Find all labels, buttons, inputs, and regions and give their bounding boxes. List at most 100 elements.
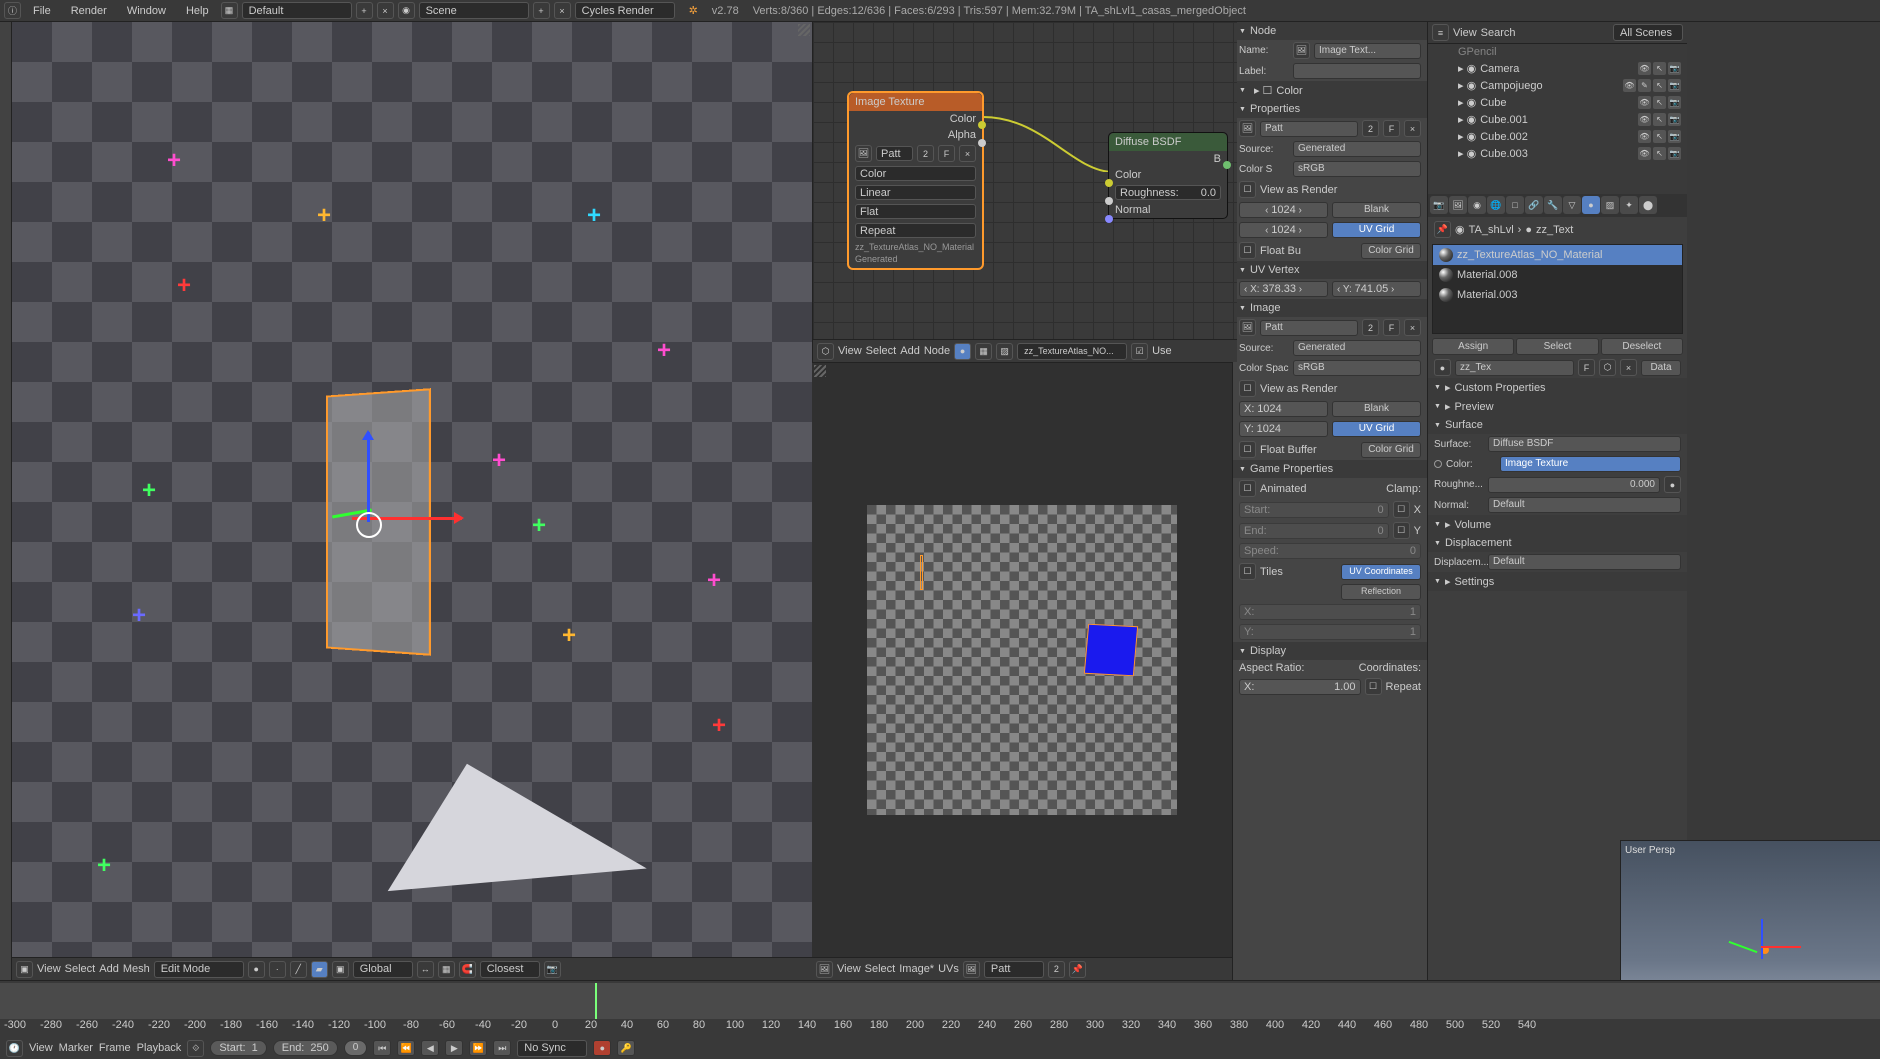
- pin-icon[interactable]: 📌: [1069, 961, 1086, 978]
- timeline-track[interactable]: [0, 983, 1880, 1019]
- autokey-icon[interactable]: ●: [593, 1040, 611, 1056]
- image-browse-icon[interactable]: 🖼: [855, 145, 872, 162]
- colorgrid-btn[interactable]: Color Grid: [1361, 243, 1421, 259]
- render-icon[interactable]: 📷: [544, 961, 561, 978]
- material-name[interactable]: Material.008: [1457, 269, 1518, 281]
- color-dd[interactable]: Image Texture: [1500, 456, 1681, 472]
- material-browse-icon[interactable]: ●: [1434, 359, 1451, 376]
- play-icon[interactable]: ▶: [445, 1040, 463, 1056]
- colorgrid-btn[interactable]: Color Grid: [1361, 442, 1421, 458]
- normal-dd[interactable]: Default: [1488, 497, 1681, 513]
- uvcoords-btn[interactable]: UV Coordinates: [1341, 564, 1421, 580]
- current-frame-field[interactable]: 0: [344, 1040, 368, 1056]
- jump-start-icon[interactable]: ⏮: [373, 1040, 391, 1056]
- checkbox[interactable]: ☐: [1239, 181, 1256, 198]
- uv-menu-select[interactable]: Select: [865, 963, 896, 975]
- range-icon[interactable]: ⟐: [187, 1040, 204, 1057]
- assign-button[interactable]: Assign: [1432, 338, 1514, 355]
- image-browse-icon[interactable]: 🖼: [963, 961, 980, 978]
- node-menu-select[interactable]: Select: [866, 345, 897, 357]
- link-data-dd[interactable]: Data: [1641, 360, 1681, 376]
- uv-x-field[interactable]: ‹ X: 378.33 ›: [1239, 281, 1328, 297]
- gen-y-field[interactable]: Y: 1024: [1239, 421, 1328, 437]
- node-diffuse-bsdf[interactable]: Diffuse BSDF B Color Roughness:0.0 Norma…: [1108, 132, 1228, 219]
- outliner-filter-dd[interactable]: All Scenes: [1613, 24, 1683, 41]
- gizmo-center[interactable]: [356, 512, 382, 538]
- node-image-field[interactable]: Patt: [876, 146, 913, 161]
- timeline-playhead[interactable]: [595, 983, 597, 1019]
- panel-customprops[interactable]: ▸ Custom Properties: [1428, 378, 1687, 397]
- outliner-tree[interactable]: GPencil ▸ ◉ Camera👁↖📷 ▸ ◉ Campojuego👁✎↖📷…: [1428, 44, 1687, 194]
- 3d-viewport[interactable]: + + + + + + + + + + + + + + + ▣ View Sel…: [12, 22, 812, 980]
- fake-user[interactable]: F: [1383, 120, 1400, 137]
- users-count[interactable]: 2: [1048, 961, 1065, 978]
- fake-user[interactable]: F: [1383, 319, 1400, 336]
- tab-layers[interactable]: 🖼: [1449, 196, 1467, 214]
- start-frame-field[interactable]: Start:1: [210, 1040, 266, 1056]
- uvgrid-btn[interactable]: UV Grid: [1332, 222, 1421, 238]
- render-icon[interactable]: 📷: [1668, 147, 1681, 160]
- uv-texture-display[interactable]: [867, 505, 1177, 815]
- cursor-icon[interactable]: ↖: [1653, 62, 1666, 75]
- clamp-x-check[interactable]: ☐: [1393, 501, 1410, 518]
- select-button[interactable]: Select: [1516, 338, 1598, 355]
- render-icon[interactable]: 📷: [1668, 79, 1681, 92]
- blank-btn[interactable]: Blank: [1332, 401, 1421, 417]
- socket-menu[interactable]: ●: [1664, 476, 1681, 493]
- tab-modifier[interactable]: 🔧: [1544, 196, 1562, 214]
- cursor-icon[interactable]: ↖: [1653, 147, 1666, 160]
- timeline-editor-icon[interactable]: 🕐: [6, 1040, 23, 1057]
- unlink-icon[interactable]: ×: [959, 145, 976, 162]
- node-toggle[interactable]: ⬡: [1599, 359, 1616, 376]
- outliner-editor-icon[interactable]: ≡: [1432, 24, 1449, 41]
- uv-selection-small[interactable]: [920, 555, 923, 590]
- checkbox[interactable]: ☐: [1239, 563, 1256, 580]
- socket-bsdf[interactable]: [1223, 161, 1231, 169]
- 3d-menu-view[interactable]: View: [37, 963, 61, 975]
- users[interactable]: 2: [1362, 120, 1379, 137]
- socket-rough-in[interactable]: [1105, 197, 1113, 205]
- item-label[interactable]: Cube.002: [1480, 131, 1528, 143]
- panel-uvvertex-header[interactable]: UV Vertex: [1233, 261, 1427, 279]
- socket-color[interactable]: [978, 121, 986, 129]
- edge-select-icon[interactable]: ╱: [290, 961, 307, 978]
- limit-sel-icon[interactable]: ▣: [332, 961, 349, 978]
- node-menu-add[interactable]: Add: [900, 345, 920, 357]
- jump-end-icon[interactable]: ⏭: [493, 1040, 511, 1056]
- shader-tree-icon[interactable]: ●: [954, 343, 971, 360]
- socket-color-in[interactable]: [1105, 179, 1113, 187]
- 3d-menu-add[interactable]: Add: [99, 963, 119, 975]
- eye-icon[interactable]: 👁: [1638, 130, 1651, 143]
- uv-editor-icon[interactable]: 🖼: [816, 961, 833, 978]
- unlink-icon[interactable]: ×: [1404, 120, 1421, 137]
- tab-object[interactable]: □: [1506, 196, 1524, 214]
- panel-preview[interactable]: ▸ Preview: [1428, 397, 1687, 416]
- clamp-y-check[interactable]: ☐: [1393, 522, 1410, 539]
- unlink-icon[interactable]: ×: [1404, 319, 1421, 336]
- colorspace-dd[interactable]: sRGB: [1293, 161, 1421, 177]
- unlink-icon[interactable]: ×: [1620, 359, 1637, 376]
- source-dd[interactable]: Generated: [1293, 141, 1421, 157]
- checkbox[interactable]: ☐: [1239, 480, 1256, 497]
- item-label[interactable]: Cube.003: [1480, 148, 1528, 160]
- item-label[interactable]: GPencil: [1458, 46, 1497, 58]
- keyframe-prev-icon[interactable]: ⏪: [397, 1040, 415, 1056]
- material-name[interactable]: Material.003: [1457, 289, 1518, 301]
- tab-physics[interactable]: ⬤: [1639, 196, 1657, 214]
- fake-user[interactable]: F: [1578, 359, 1595, 376]
- tab-world[interactable]: 🌐: [1487, 196, 1505, 214]
- render-icon[interactable]: 📷: [1668, 62, 1681, 75]
- del-scene-icon[interactable]: ×: [554, 2, 571, 19]
- socket-alpha[interactable]: [978, 139, 986, 147]
- del-layout-icon[interactable]: ×: [377, 2, 394, 19]
- panel-settings[interactable]: ▸ Settings: [1428, 572, 1687, 591]
- checkbox[interactable]: ☐: [1239, 441, 1256, 458]
- tl-menu-playback[interactable]: Playback: [137, 1042, 182, 1054]
- node-menu-view[interactable]: View: [838, 345, 862, 357]
- tab-texture[interactable]: ▨: [1601, 196, 1619, 214]
- cursor-icon[interactable]: ↖: [1653, 96, 1666, 109]
- material-name-field[interactable]: zz_Tex: [1455, 360, 1574, 376]
- compositor-tree-icon[interactable]: ▦: [975, 343, 992, 360]
- scene-icon[interactable]: ◉: [398, 2, 415, 19]
- gizmo-z-axis[interactable]: [367, 432, 370, 522]
